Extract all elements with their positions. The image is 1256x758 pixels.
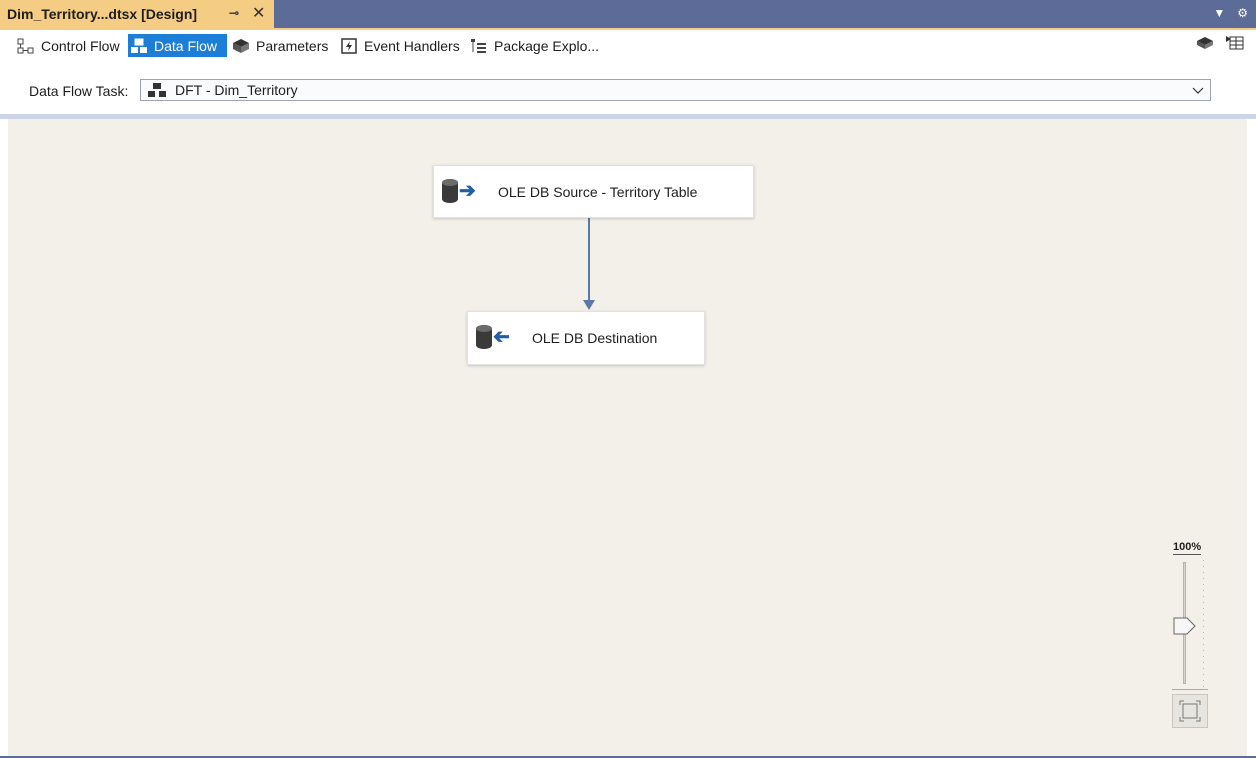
ole-db-destination-icon: ➔	[476, 323, 516, 353]
ole-db-destination-node[interactable]: ➔ OLE DB Destination	[467, 311, 705, 365]
zoom-slider-base	[1172, 689, 1208, 690]
zoom-slider-thumb[interactable]	[1173, 617, 1197, 635]
zoom-level-label: 100%	[1173, 541, 1202, 555]
zoom-to-fit-button[interactable]	[1172, 694, 1208, 728]
node-label: OLE DB Source - Territory Table	[498, 183, 698, 200]
node-label: OLE DB Destination	[532, 330, 658, 346]
ole-db-source-node[interactable]: ➔ OLE DB Source - Territory Table	[433, 165, 754, 218]
zoom-slider-ticks	[1203, 560, 1204, 688]
data-path-connector[interactable]	[0, 0, 1256, 758]
ole-db-source-icon: ➔	[442, 177, 482, 207]
fit-to-window-icon	[1179, 700, 1201, 722]
